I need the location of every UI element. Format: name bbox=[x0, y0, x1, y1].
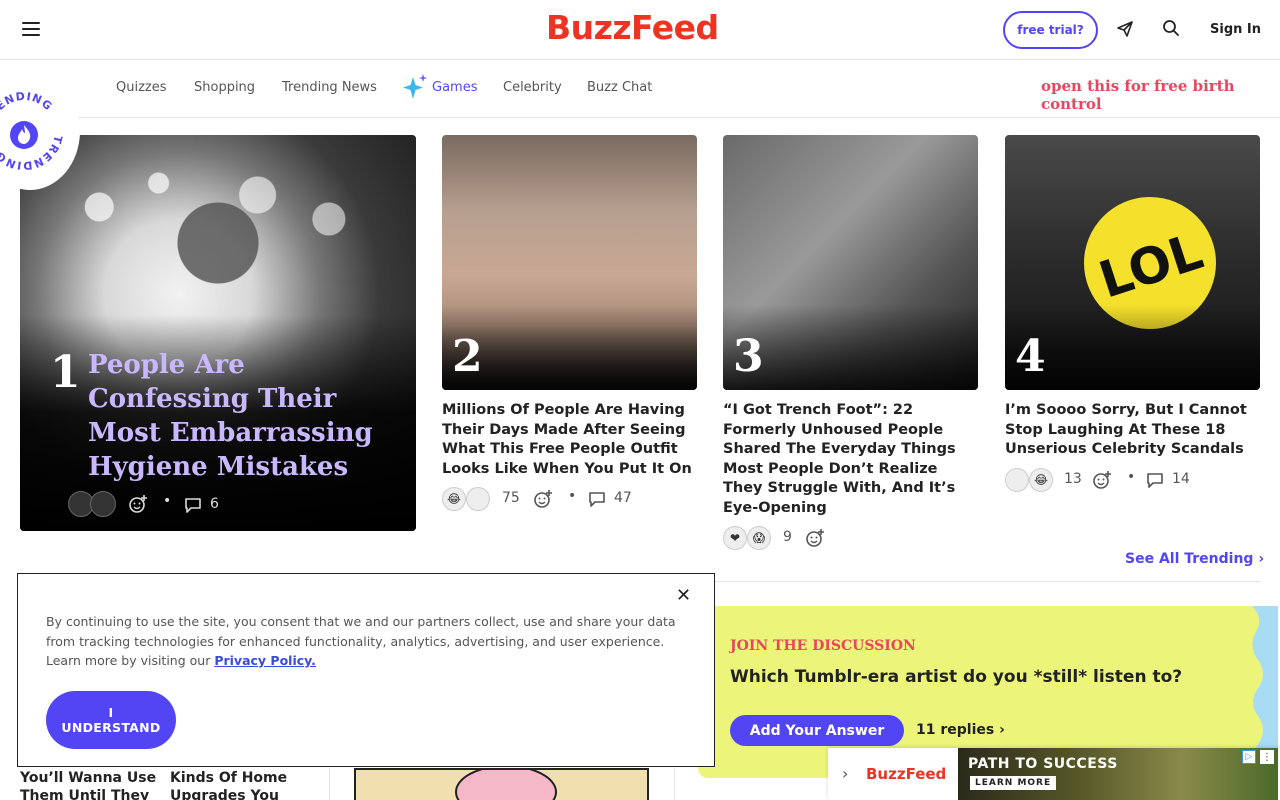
post-title[interactable]: You’ll Wanna Use Them Until They bbox=[20, 769, 160, 800]
privacy-policy-link[interactable]: Privacy Policy. bbox=[214, 653, 316, 668]
buzzfeed-logo[interactable]: BuzzFeed bbox=[546, 8, 719, 47]
post-rank: 4 bbox=[1015, 331, 1046, 382]
see-all-trending-link[interactable]: See All Trending › bbox=[1125, 551, 1264, 567]
nav-item-celebrity[interactable]: Celebrity bbox=[503, 80, 562, 95]
reaction-count: 13 bbox=[1064, 470, 1082, 487]
cookie-consent-banner: ✕ By continuing to use the site, you con… bbox=[17, 573, 715, 767]
cookie-text: By continuing to use the site, you conse… bbox=[46, 614, 676, 668]
send-icon[interactable] bbox=[1116, 20, 1134, 38]
reaction-emoji-icon bbox=[1005, 467, 1029, 492]
understand-button[interactable]: I UNDERSTAND bbox=[46, 691, 176, 749]
chevron-right-icon: › bbox=[999, 722, 1005, 738]
post-rank: 1 bbox=[50, 347, 81, 398]
post-image bbox=[354, 768, 649, 800]
divider bbox=[700, 581, 1260, 582]
ad-brand-logo: BuzzFeed bbox=[866, 765, 947, 783]
reaction-count: 75 bbox=[502, 490, 520, 506]
post-title[interactable]: Millions Of People Are Having Their Days… bbox=[442, 401, 697, 479]
chevron-right-icon[interactable]: › bbox=[842, 764, 848, 783]
discussion-kicker: JOIN THE DISCUSSION bbox=[730, 638, 916, 654]
post-image: 2 bbox=[442, 135, 697, 390]
post-image: 3 bbox=[723, 135, 978, 390]
post-image: LOL 4 bbox=[1005, 135, 1260, 390]
replies-link[interactable]: 11 replies › bbox=[916, 722, 1005, 738]
shock-emoji-icon: 😱 bbox=[747, 526, 771, 550]
chevron-right-icon: › bbox=[1258, 551, 1265, 567]
trending-post-4[interactable]: LOL 4 I’m Soooo Sorry, But I Cannot Stop… bbox=[1005, 135, 1260, 494]
comment-icon[interactable] bbox=[184, 496, 202, 514]
heart-emoji-icon: ❤ bbox=[723, 526, 747, 550]
nav-item-quizzes[interactable]: Quizzes bbox=[116, 80, 167, 95]
trending-post-1[interactable]: 1 People Are Confessing Their Most Embar… bbox=[20, 135, 416, 531]
post-rank: 3 bbox=[733, 331, 764, 382]
post-meta: 😂 75 • 47 bbox=[442, 487, 697, 513]
search-icon[interactable] bbox=[1162, 19, 1180, 37]
close-icon[interactable]: ✕ bbox=[676, 585, 691, 606]
add-reaction-icon[interactable] bbox=[533, 489, 553, 509]
post-title[interactable]: I’m Soooo Sorry, But I Cannot Stop Laugh… bbox=[1005, 401, 1260, 460]
menu-icon[interactable] bbox=[22, 22, 40, 38]
divider bbox=[329, 768, 330, 800]
comment-icon[interactable] bbox=[588, 490, 606, 508]
reaction-count: 9 bbox=[783, 529, 792, 545]
nav-item-shopping[interactable]: Shopping bbox=[194, 80, 255, 95]
post-title[interactable]: Kinds Of Home Upgrades You bbox=[170, 769, 320, 800]
comment-count: 14 bbox=[1172, 470, 1190, 487]
laugh-emoji-icon: 😂 bbox=[442, 487, 466, 511]
reaction-avatar bbox=[90, 491, 116, 517]
nav-item-buzz-chat[interactable]: Buzz Chat bbox=[587, 80, 652, 95]
comment-count: 6 bbox=[210, 496, 219, 512]
post-rank: 2 bbox=[452, 331, 483, 382]
comment-count: 47 bbox=[614, 490, 632, 506]
ad-close-icon[interactable]: ⋮ bbox=[1260, 750, 1274, 764]
discussion-question[interactable]: Which Tumblr-era artist do you *still* l… bbox=[730, 667, 1182, 687]
sparkle-icon bbox=[403, 74, 427, 99]
add-answer-button[interactable]: Add Your Answer bbox=[730, 715, 904, 746]
ad-headline: PATH TO SUCCESS bbox=[968, 756, 1118, 772]
post-meta: ❤ 😱 9 bbox=[723, 526, 978, 552]
free-trial-button[interactable]: free trial? bbox=[1003, 11, 1098, 49]
site-header: BuzzFeed free trial? Sign In bbox=[0, 0, 1280, 60]
post-title[interactable]: “I Got Trench Foot”: 22 Formerly Unhouse… bbox=[723, 401, 978, 518]
learn-more-button[interactable]: LEARN MORE bbox=[970, 776, 1057, 790]
divider bbox=[674, 768, 675, 800]
ad-info-icon[interactable]: ▷ bbox=[1242, 750, 1256, 764]
comment-icon[interactable] bbox=[1146, 471, 1164, 489]
add-reaction-icon[interactable] bbox=[128, 494, 148, 514]
promo-link[interactable]: open this for free birth control bbox=[1041, 77, 1280, 113]
add-reaction-icon[interactable] bbox=[1092, 470, 1112, 490]
laugh-emoji-icon: 😂 bbox=[1029, 467, 1053, 492]
nav-item-games[interactable]: Games bbox=[432, 80, 477, 95]
add-reaction-icon[interactable] bbox=[805, 528, 825, 548]
trending-badge: TRENDING TRENDING bbox=[0, 72, 80, 190]
bottom-ad[interactable]: › BuzzFeed PATH TO SUCCESS LEARN MORE ▷ … bbox=[828, 748, 1280, 800]
category-nav: Quizzes Shopping Trending News Games Cel… bbox=[0, 60, 1280, 118]
post-title[interactable]: People Are Confessing Their Most Embarra… bbox=[88, 348, 408, 484]
trending-post-2[interactable]: 2 Millions Of People Are Having Their Da… bbox=[442, 135, 697, 513]
reaction-emoji-icon bbox=[466, 487, 490, 511]
sign-in-link[interactable]: Sign In bbox=[1210, 22, 1261, 37]
trending-post-3[interactable]: 3 “I Got Trench Foot”: 22 Formerly Unhou… bbox=[723, 135, 978, 552]
post-meta: 😂 13 • 14 bbox=[1005, 467, 1260, 494]
nav-item-trending-news[interactable]: Trending News bbox=[282, 80, 377, 95]
